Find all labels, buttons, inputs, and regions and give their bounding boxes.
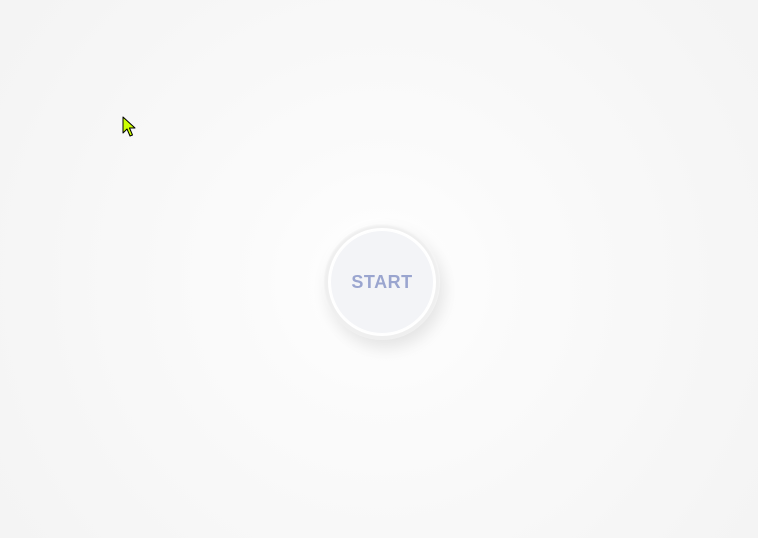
start-button-label: START <box>351 271 413 292</box>
start-button[interactable]: START <box>324 224 440 340</box>
app-stage: START <box>0 0 758 538</box>
start-button-face[interactable]: START <box>330 230 434 334</box>
arrow-pointer-icon <box>122 116 136 137</box>
